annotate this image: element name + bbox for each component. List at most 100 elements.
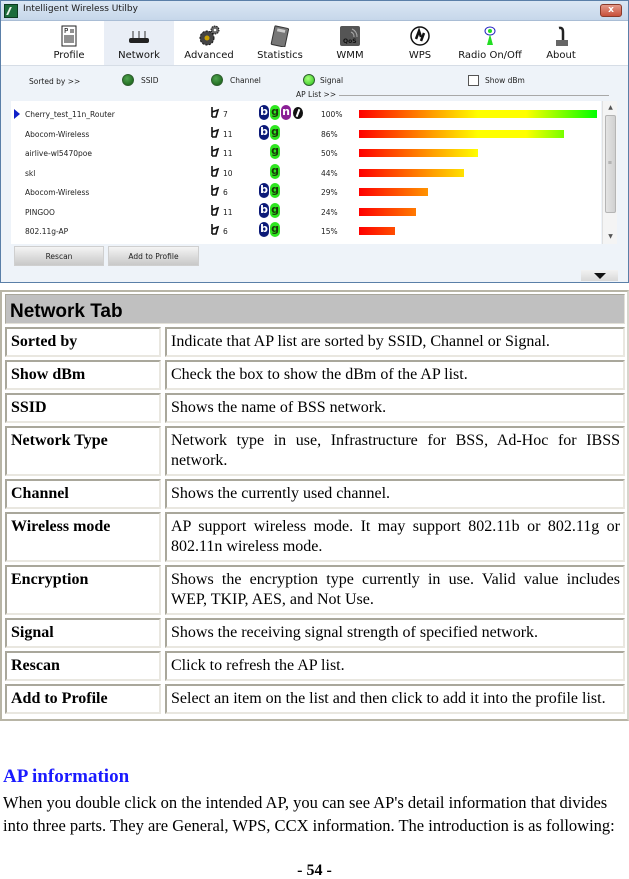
ap-signal-label: 86% bbox=[321, 129, 338, 139]
scroll-up-arrow-icon[interactable]: ▲ bbox=[603, 101, 618, 115]
ap-list-label: AP List >> bbox=[296, 90, 337, 99]
table-row: Sorted by Indicate that AP list are sorte… bbox=[5, 327, 625, 357]
ap-list-row[interactable]: Cherry_test_11n_Router 7 b g n 100% bbox=[11, 103, 601, 123]
table-row-value: Shows the currently used channel. bbox=[165, 479, 625, 509]
ap-list-row[interactable]: skl 10 g 44% bbox=[11, 162, 601, 182]
ap-list-row[interactable]: Abocom-Wireless 6 b g 29% bbox=[11, 181, 601, 201]
rescan-button[interactable]: Rescan bbox=[14, 246, 104, 266]
ap-signal-bar bbox=[359, 110, 597, 118]
scroll-down-arrow-icon[interactable]: ▼ bbox=[603, 230, 618, 244]
tab-statistics[interactable]: Statistics bbox=[249, 21, 311, 65]
expand-arrow-icon[interactable] bbox=[581, 270, 618, 281]
app-logo-icon bbox=[4, 4, 18, 18]
app-window: Intelligent Wireless Utilby x P Profile … bbox=[0, 0, 629, 283]
table-row: Signal Shows the receiving signal strengt… bbox=[5, 618, 625, 648]
sort-channel-label: Channel bbox=[230, 76, 261, 85]
mode-b-badge: b bbox=[259, 222, 269, 237]
scroll-grip-icon: ≡ bbox=[608, 159, 612, 167]
ap-list-row[interactable]: 802.11g-AP 6 b g 15% bbox=[11, 220, 601, 240]
show-dbm-label: Show dBm bbox=[485, 76, 525, 85]
infrastructure-icon bbox=[211, 185, 220, 196]
ap-signal-bar bbox=[359, 168, 464, 177]
close-button[interactable]: x bbox=[600, 4, 622, 17]
mode-g-badge: g bbox=[270, 202, 280, 218]
tab-advanced-label: Advanced bbox=[184, 50, 234, 61]
ap-list[interactable]: Cherry_test_11n_Router 7 b g n 100% Abocom-Wir… bbox=[11, 101, 601, 244]
tab-about[interactable]: About bbox=[541, 21, 581, 65]
table-row-value: Shows the receiving signal strength of s… bbox=[165, 618, 625, 648]
tab-about-label: About bbox=[546, 50, 576, 61]
gears-icon bbox=[199, 25, 220, 46]
ap-channel: 11 bbox=[223, 207, 233, 217]
ap-channel: 6 bbox=[223, 227, 228, 236]
sort-ssid-radio[interactable] bbox=[122, 74, 134, 86]
ap-signal-bar bbox=[359, 129, 564, 138]
mode-b-badge: b bbox=[259, 105, 269, 120]
ap-ssid: Cherry_test_11n_Router bbox=[25, 110, 115, 119]
mode-g-badge: g bbox=[270, 144, 280, 159]
infrastructure-icon bbox=[211, 204, 220, 216]
ap-list-scrollbar[interactable]: ▲ ≡ ▼ bbox=[602, 101, 617, 244]
table-row: Wireless mode AP support wireless mode. I… bbox=[5, 512, 625, 562]
mode-g-badge: g bbox=[270, 163, 280, 179]
table-row: Add to Profile Select an item on the list… bbox=[5, 684, 625, 714]
ap-list-row[interactable]: Abocom-Wireless 11 b g 86% bbox=[11, 123, 601, 143]
ap-ssid: Abocom-Wireless bbox=[25, 129, 90, 139]
table-row-key: Channel bbox=[5, 479, 161, 509]
ap-signal-bar bbox=[359, 149, 478, 157]
ap-ssid: Abocom-Wireless bbox=[25, 188, 90, 197]
tab-advanced[interactable]: Advanced bbox=[177, 21, 241, 65]
infrastructure-icon bbox=[211, 224, 220, 235]
toolbar: P Profile Network Advanced Statistics Qo… bbox=[1, 21, 628, 66]
ap-channel: 10 bbox=[223, 168, 233, 178]
table-row-key: SSID bbox=[5, 393, 161, 423]
table-row-key: Show dBm bbox=[5, 360, 161, 390]
section-title: AP information bbox=[3, 766, 130, 787]
tab-profile[interactable]: P Profile bbox=[43, 21, 95, 65]
section-body: When you double click on the intended AP… bbox=[3, 793, 615, 835]
table-row: Show dBm Check the box to show the dBm of… bbox=[5, 360, 625, 390]
tab-radio-on-off-label: Radio On/Off bbox=[458, 50, 522, 61]
tab-network[interactable]: Network bbox=[104, 21, 174, 65]
mode-b-badge: b bbox=[259, 183, 269, 198]
tab-wps-label: WPS bbox=[408, 50, 432, 61]
show-dbm-checkbox[interactable] bbox=[468, 75, 479, 86]
selected-arrow-icon bbox=[14, 109, 20, 119]
title-bar: Intelligent Wireless Utilby x bbox=[1, 1, 628, 21]
tab-radio-on-off[interactable]: Radio On/Off bbox=[451, 21, 529, 65]
ap-signal-label: 29% bbox=[321, 188, 338, 197]
window-title: Intelligent Wireless Utilby bbox=[23, 4, 138, 14]
sort-bar: Sorted by >> SSID Channel Signal Show dB… bbox=[1, 66, 628, 100]
table-title: Network Tab bbox=[5, 294, 625, 324]
radio-antenna-icon bbox=[484, 26, 496, 45]
sort-signal-radio[interactable] bbox=[303, 74, 315, 86]
table-row: Encryption Shows the encryption type curr… bbox=[5, 565, 625, 615]
ap-list-row[interactable]: PINGOO 11 b g 24% bbox=[11, 201, 601, 221]
sort-channel-radio[interactable] bbox=[211, 74, 223, 86]
table-row-key: Wireless mode bbox=[5, 512, 161, 562]
table-row-key: Signal bbox=[5, 618, 161, 648]
router-icon bbox=[129, 31, 149, 43]
svg-text:P: P bbox=[64, 27, 68, 35]
infrastructure-icon bbox=[211, 146, 220, 157]
mode-g-badge: g bbox=[270, 124, 280, 140]
ap-ssid: 802.11g-AP bbox=[25, 227, 69, 236]
tab-wmm[interactable]: QoS WMM bbox=[328, 21, 372, 65]
mode-g-badge: g bbox=[270, 105, 280, 120]
mode-b-badge: b bbox=[259, 202, 269, 218]
table-row-value: Network type in use, Infrastructure for … bbox=[165, 426, 625, 476]
ap-list-row[interactable]: airlive-wl5470poe 11 g 50% bbox=[11, 142, 601, 162]
tab-wps[interactable]: WPS bbox=[402, 21, 438, 65]
scroll-thumb[interactable]: ≡ bbox=[605, 115, 616, 213]
ap-signal-label: 100% bbox=[321, 110, 343, 119]
qos-icon: QoS bbox=[340, 26, 360, 46]
add-to-profile-button[interactable]: Add to Profile bbox=[108, 246, 199, 266]
sorted-by-label: Sorted by >> bbox=[29, 77, 81, 86]
infrastructure-icon bbox=[211, 165, 220, 177]
table-row-key: Encryption bbox=[5, 565, 161, 615]
infrastructure-icon bbox=[211, 126, 220, 138]
table-row-key: Network Type bbox=[5, 426, 161, 476]
table-row-key: Add to Profile bbox=[5, 684, 161, 714]
table-row-value: AP support wireless mode. It may support… bbox=[165, 512, 625, 562]
table-row: SSID Shows the name of BSS network. bbox=[5, 393, 625, 423]
